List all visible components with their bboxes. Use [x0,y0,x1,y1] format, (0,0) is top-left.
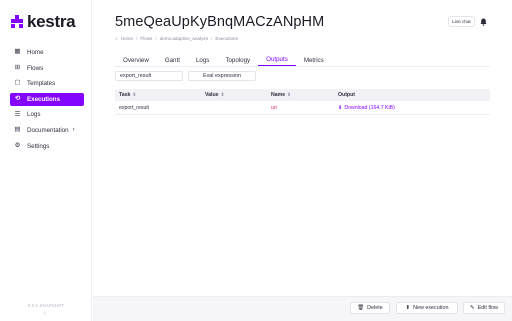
new-execution-label: New execution [413,305,449,311]
sidebar-item-logs[interactable]: ☰ Logs [10,108,84,121]
table-row: export_result uri ⬇ Download (164.7 KiB) [115,102,490,115]
eval-expression-button[interactable]: Eval expression [188,71,256,81]
edit-flow-label: Edit flow [477,305,498,311]
sort-icon[interactable]: ⇕ [287,92,291,97]
sidebar: kestra ▦ Home ⊞ Flows ▢ Templates ⟲ Exec… [0,0,92,321]
sidebar-item-label: Flows [27,64,44,72]
tab-outputs[interactable]: Outputs [258,54,296,66]
delete-label: Delete [367,305,383,311]
kestra-logo-icon [10,15,24,29]
download-label: Download (164.7 KiB) [344,105,395,111]
column-header-output: Output [338,92,355,98]
table-header: Task ⇕ Value ⇕ Name ⇕ Output [115,89,490,101]
executions-icon: ⟲ [14,95,21,103]
sidebar-item-label: Home [27,49,44,56]
trash-icon: 🗑 [357,305,365,311]
breadcrumb-separator: / [136,36,138,41]
download-output-link[interactable]: ⬇ Download (164.7 KiB) [338,105,395,111]
tab-logs[interactable]: Logs [188,54,217,66]
delete-button[interactable]: 🗑 Delete [350,302,390,314]
column-header-task[interactable]: Task ⇕ [119,92,136,98]
sidebar-item-label: Executions [27,95,61,103]
home-icon[interactable]: ⌂ [115,36,118,41]
kestra-logo[interactable]: kestra [10,12,76,32]
breadcrumb-separator: / [155,36,157,41]
page-title: 5meQeaUpKyBnqMACzANpHM [115,14,325,30]
sort-icon[interactable]: ⇕ [221,92,225,97]
version-label: 0.6.1-SNAPSHOT [27,303,65,308]
dashboard-icon: ▦ [14,48,21,56]
sidebar-item-templates[interactable]: ▢ Templates [10,77,84,90]
sidebar-item-label: Documentation [27,126,69,134]
cell-name: uri [271,105,277,111]
logs-icon: ☰ [14,110,21,118]
sidebar-item-home[interactable]: ▦ Home [10,46,84,59]
run-icon: ⬆ [405,305,411,311]
edit-flow-button[interactable]: ✎ Edit flow [463,302,505,314]
execution-tabs: Overview Gantt Logs Topology Outputs Met… [115,54,332,66]
flows-icon: ⊞ [14,63,21,71]
sidebar-item-documentation[interactable]: ▤ Documentation › [10,124,84,137]
sidebar-item-label: Logs [27,111,41,119]
sort-icon[interactable]: ⇕ [132,92,136,97]
column-header-name[interactable]: Name ⇕ [271,92,291,98]
column-header-value[interactable]: Value ⇕ [205,92,224,98]
tab-overview[interactable]: Overview [115,54,157,66]
cell-task: export_result [119,105,149,111]
sidebar-item-flows[interactable]: ⊞ Flows [10,62,84,75]
breadcrumb-item[interactable]: Flows [140,36,152,41]
settings-icon: ⚙ [14,141,21,149]
sidebar-item-executions[interactable]: ⟲ Executions [10,92,84,106]
bell-icon[interactable] [479,17,488,26]
templates-icon: ▢ [14,79,21,87]
download-icon: ⬇ [338,105,343,111]
breadcrumb-item[interactable]: Executions [215,36,237,41]
breadcrumb-item[interactable]: demo.adaptive_analyze [160,36,209,41]
tab-topology[interactable]: Topology [217,54,258,66]
tabs-divider [115,66,490,67]
new-execution-button[interactable]: ⬆ New execution [396,302,458,314]
task-select[interactable]: export_result [115,71,183,81]
tab-metrics[interactable]: Metrics [296,54,332,66]
collapse-sidebar-icon[interactable]: ‹ [44,311,46,317]
brand-name: kestra [27,12,76,31]
sidebar-nav: ▦ Home ⊞ Flows ▢ Templates ⟲ Executions … [10,46,84,155]
documentation-icon: ▤ [14,126,21,134]
breadcrumb-item[interactable]: Home [121,36,133,41]
breadcrumb-separator: / [211,36,213,41]
live-chat-button[interactable]: Live chat [448,16,475,27]
sidebar-item-settings[interactable]: ⚙ Settings [10,140,84,153]
tab-gantt[interactable]: Gantt [157,54,188,66]
chevron-right-icon[interactable]: › [73,127,75,133]
breadcrumb: ⌂ Home / Flows / demo.adaptive_analyze /… [115,36,238,41]
sidebar-item-label: Templates [27,80,56,88]
pencil-icon: ✎ [470,305,475,311]
sidebar-item-label: Settings [27,142,50,150]
